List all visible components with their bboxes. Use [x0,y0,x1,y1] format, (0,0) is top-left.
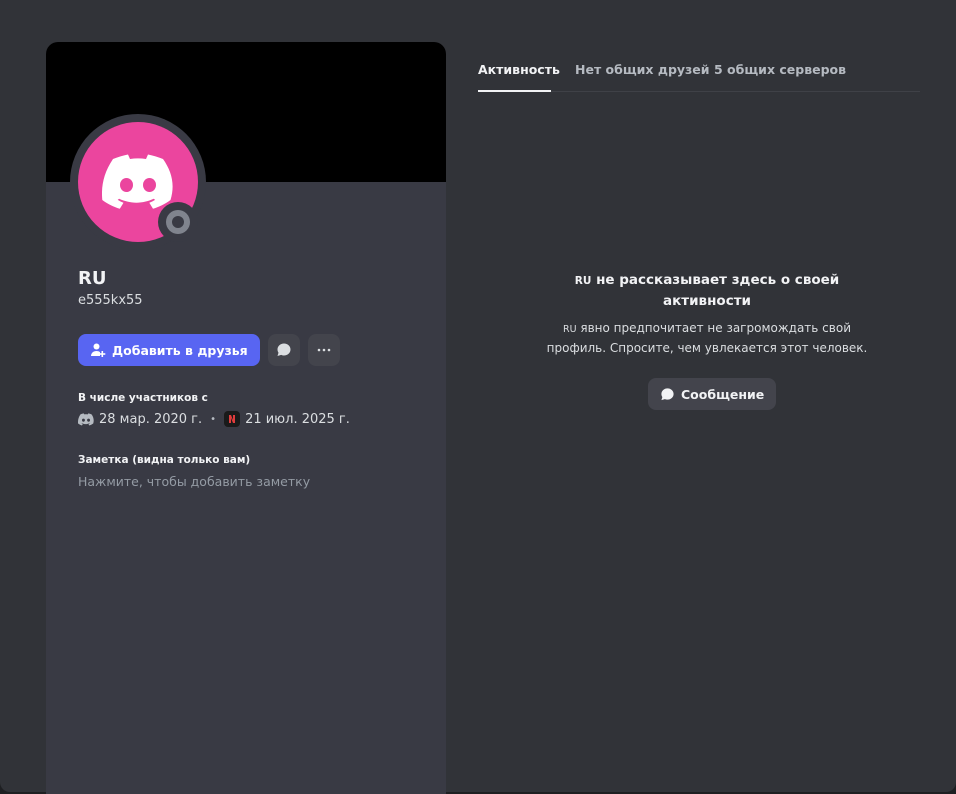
tab-mutual-servers[interactable]: 5 общих серверов [714,62,846,92]
add-friend-button[interactable]: Добавить в друзья [78,334,260,366]
add-friend-icon [91,343,106,357]
note-input[interactable]: Нажмите, чтобы добавить заметку [78,474,414,489]
server-icon [224,411,241,427]
status-indicator [158,202,198,242]
more-button[interactable] [307,334,340,366]
offline-status-icon [166,210,190,234]
discord-icon [78,412,94,425]
profile-card: RU e555kx55 Добавить в друзья В числе уч… [46,42,446,794]
chat-bubble-icon [277,343,291,356]
empty-state-title: RU не рассказывает здесь о своей активно… [574,272,840,309]
discord-logo-icon [102,154,173,209]
server-join-date: 21 июл. 2025 г. [245,411,350,427]
discord-join-date: 28 мар. 2020 г. [99,411,203,427]
tab-mutual-friends[interactable]: Нет общих друзей [575,62,710,92]
profile-actions: Добавить в друзья [78,334,340,366]
avatar-wrapper [70,114,206,250]
empty-state-text: RU явно предпочитает не загромождать сво… [546,321,868,355]
note-title: Заметка (видна только вам) [78,454,251,466]
chat-bubble-icon [661,387,674,400]
member-since-title: В числе участников с [78,392,208,404]
add-friend-label: Добавить в друзья [112,342,248,358]
profile-tabs: Активность Нет общих друзей 5 общих серв… [478,60,920,92]
activity-empty-state: RU не рассказывает здесь о своей активно… [540,270,874,357]
more-dots-icon [317,348,331,352]
send-message-button[interactable]: Сообщение [648,378,777,410]
message-button[interactable] [267,334,300,366]
tab-activity[interactable]: Активность [478,62,560,92]
display-name: RU [78,268,107,289]
username: e555kx55 [78,293,143,308]
profile-modal: RU e555kx55 Добавить в друзья В числе уч… [0,0,956,794]
send-message-label: Сообщение [681,386,765,402]
member-since-row: 28 мар. 2020 г. • 21 июл. 2025 г. [78,411,350,427]
separator-dot: • [210,413,217,425]
